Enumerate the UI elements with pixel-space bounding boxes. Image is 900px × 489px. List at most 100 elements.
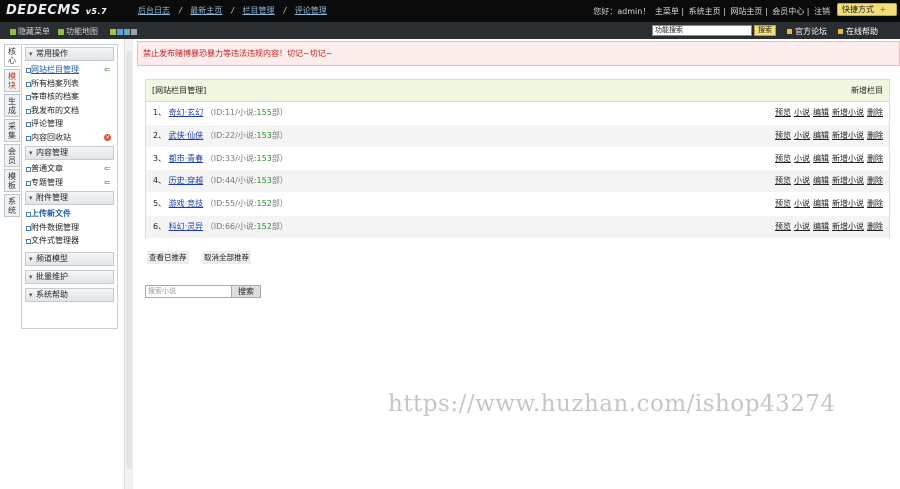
- cancel-all-recommend-button[interactable]: 取消全部推荐: [202, 251, 251, 264]
- arrow-icon[interactable]: ⇐: [104, 66, 111, 74]
- edit-link[interactable]: 编辑: [813, 154, 829, 163]
- hide-menu-button[interactable]: 隐藏菜单: [10, 26, 50, 37]
- menu-item-file-manager[interactable]: 文件式管理器: [22, 234, 117, 248]
- function-search-button[interactable]: 搜索: [754, 25, 776, 36]
- menu-item-all-docs[interactable]: 所有档案列表: [22, 77, 117, 91]
- novel-count: 153: [256, 130, 272, 140]
- menu-group-batch[interactable]: 批量维护: [25, 269, 114, 284]
- column-meta: （ID:44/小说:153部）: [206, 176, 288, 185]
- delete-link[interactable]: 删除: [867, 222, 883, 231]
- menu-item-my-docs[interactable]: 我发布的文档: [22, 104, 117, 118]
- preview-link[interactable]: 预览: [775, 108, 791, 117]
- func-map-button[interactable]: 功能地图: [58, 26, 98, 37]
- edit-link[interactable]: 编辑: [813, 108, 829, 117]
- column-name-link[interactable]: 都市·青春: [169, 154, 204, 163]
- nav-columns[interactable]: 栏目管理: [243, 6, 275, 15]
- add-novel-link[interactable]: 新增小说: [832, 222, 864, 231]
- delete-link[interactable]: 删除: [867, 176, 883, 185]
- novels-link[interactable]: 小说: [794, 131, 810, 140]
- link-logout[interactable]: 注销: [814, 7, 830, 16]
- novels-link[interactable]: 小说: [794, 108, 810, 117]
- scroll-thumb[interactable]: [126, 51, 132, 469]
- add-novel-link[interactable]: 新增小说: [832, 154, 864, 163]
- delete-link[interactable]: 删除: [867, 108, 883, 117]
- column-name-link[interactable]: 历史·穿越: [169, 176, 204, 185]
- function-search-input[interactable]: 功能搜索: [652, 25, 752, 36]
- menu-group-channel[interactable]: 频道模型: [25, 251, 114, 266]
- help-link[interactable]: 在线帮助: [838, 26, 878, 37]
- delete-link[interactable]: 删除: [867, 199, 883, 208]
- add-novel-link[interactable]: 新增小说: [832, 131, 864, 140]
- edit-link[interactable]: 编辑: [813, 199, 829, 208]
- nav-latest[interactable]: 最新主页: [190, 6, 222, 15]
- novel-search-button[interactable]: 搜索: [231, 285, 261, 298]
- novels-link[interactable]: 小说: [794, 176, 810, 185]
- arrow-icon[interactable]: ⇐: [104, 165, 111, 173]
- link-member-center[interactable]: 会员中心: [772, 7, 804, 16]
- swatch-icon[interactable]: [131, 28, 137, 35]
- add-novel-link[interactable]: 新增小说: [832, 108, 864, 117]
- novels-link[interactable]: 小说: [794, 199, 810, 208]
- row-actions: 预览 小说 编辑 新增小说 删除: [772, 170, 883, 192]
- novel-search-input[interactable]: 搜索小说: [145, 285, 232, 298]
- delete-link[interactable]: 删除: [867, 154, 883, 163]
- add-novel-link[interactable]: 新增小说: [832, 176, 864, 185]
- tab-core[interactable]: 核心: [4, 44, 20, 67]
- close-icon[interactable]: ×: [104, 133, 111, 141]
- link-main-menu[interactable]: 主菜单: [655, 7, 679, 16]
- novels-link[interactable]: 小说: [794, 154, 810, 163]
- tab-generate[interactable]: 生成: [4, 94, 20, 117]
- menu-item-recycle[interactable]: 内容回收站 ×: [22, 131, 117, 145]
- link-site-home[interactable]: 网站主页: [730, 7, 762, 16]
- menu-group-attachments[interactable]: 附件管理: [25, 191, 114, 205]
- add-novel-link[interactable]: 新增小说: [832, 199, 864, 208]
- row-index: 1、: [153, 108, 167, 117]
- tab-system[interactable]: 系统: [4, 194, 20, 217]
- menu-item-label: 普通文章: [31, 164, 63, 173]
- tab-modules[interactable]: 模块: [4, 69, 20, 92]
- preview-link[interactable]: 预览: [775, 131, 791, 140]
- arrow-icon[interactable]: ⇐: [104, 178, 111, 186]
- column-name-link[interactable]: 游戏·竞技: [169, 199, 204, 208]
- column-name-link[interactable]: 武侠·仙侠: [169, 131, 204, 140]
- preview-link[interactable]: 预览: [775, 222, 791, 231]
- menu-item-topics[interactable]: 专题管理 ⇐: [22, 176, 117, 190]
- swatch-icon[interactable]: [110, 28, 116, 35]
- quick-menu-button[interactable]: 快捷方式 +: [837, 3, 897, 16]
- edit-link[interactable]: 编辑: [813, 222, 829, 231]
- link-system-home[interactable]: 系统主页: [689, 7, 721, 16]
- menu-item-comments[interactable]: 评论管理: [22, 117, 117, 131]
- menu-group-help[interactable]: 系统帮助: [25, 287, 114, 302]
- preview-link[interactable]: 预览: [775, 199, 791, 208]
- menu-item-article[interactable]: 普通文章 ⇐: [22, 162, 117, 176]
- edit-link[interactable]: 编辑: [813, 131, 829, 140]
- tab-templates[interactable]: 模板: [4, 169, 20, 192]
- novels-link[interactable]: 小说: [794, 222, 810, 231]
- row-actions: 预览 小说 编辑 新增小说 删除: [772, 148, 883, 170]
- menu-item-pending-docs[interactable]: 等审核的档案: [22, 90, 117, 104]
- menu-item-attach-data[interactable]: 附件数据管理: [22, 221, 117, 235]
- preview-link[interactable]: 预览: [775, 154, 791, 163]
- tab-collect[interactable]: 采集: [4, 119, 20, 142]
- menu-group-content[interactable]: 内容管理: [25, 146, 114, 160]
- swatch-icon[interactable]: [117, 28, 123, 35]
- tab-members[interactable]: 会员: [4, 144, 20, 167]
- forum-link[interactable]: 官方论坛: [787, 26, 827, 37]
- menu-item-column-manage[interactable]: 网站栏目管理 ⇐: [22, 63, 117, 77]
- column-name-link[interactable]: 科幻·灵异: [169, 222, 204, 231]
- nav-admin-log[interactable]: 后台日志: [138, 6, 170, 15]
- column-name-link[interactable]: 奇幻·玄幻: [169, 108, 204, 117]
- menu-scrollbar[interactable]: [124, 39, 133, 489]
- swatch-icon[interactable]: [124, 28, 130, 35]
- row-index: 3、: [153, 153, 167, 163]
- menu-group-common[interactable]: 常用操作: [25, 47, 114, 61]
- delete-link[interactable]: 删除: [867, 131, 883, 140]
- quick-menu-label: 快捷方式: [842, 5, 874, 14]
- column-meta-suffix: 部）: [271, 153, 288, 163]
- preview-link[interactable]: 预览: [775, 176, 791, 185]
- add-column-link[interactable]: 新增栏目: [851, 80, 883, 102]
- menu-item-upload[interactable]: 上传新文件: [22, 207, 117, 221]
- edit-link[interactable]: 编辑: [813, 176, 829, 185]
- view-recommended-button[interactable]: 查看已推荐: [147, 251, 189, 264]
- nav-comments[interactable]: 评论管理: [295, 6, 327, 15]
